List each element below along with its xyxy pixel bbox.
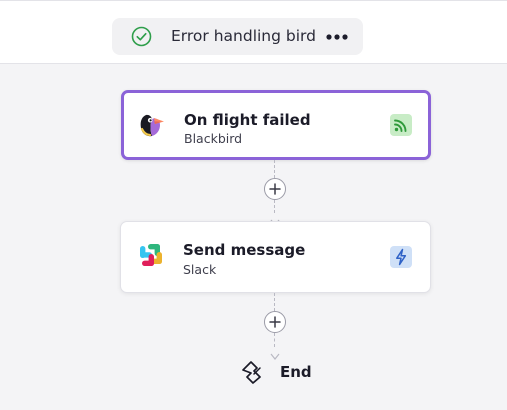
arrow-down-icon — [270, 212, 280, 226]
lightning-icon — [390, 246, 412, 268]
connector-line — [274, 333, 276, 347]
plus-icon — [269, 316, 281, 328]
end-flag-icon — [240, 359, 266, 385]
connector-line — [274, 160, 276, 178]
add-step-button[interactable] — [264, 311, 286, 333]
step-title: On flight failed — [184, 111, 311, 129]
flow-name-pill[interactable]: Error handling bird — [112, 18, 363, 55]
end-node: End — [240, 359, 320, 385]
more-horizontal-icon[interactable] — [325, 27, 349, 47]
flow-name: Error handling bird — [171, 27, 316, 45]
step-app-name: Blackbird — [184, 131, 243, 146]
top-bar: Error handling bird — [0, 0, 507, 64]
step-app-name: Slack — [183, 262, 217, 277]
arrow-down-icon — [270, 346, 280, 360]
check-circle-icon — [131, 26, 152, 47]
connector-line — [274, 293, 276, 311]
end-label: End — [280, 363, 312, 381]
trigger-step-card[interactable]: On flight failed Blackbird — [121, 90, 431, 160]
blackbird-logo-icon — [137, 109, 167, 139]
plus-icon — [269, 183, 281, 195]
action-step-card[interactable]: Send message Slack — [120, 221, 431, 293]
event-feed-icon — [390, 114, 412, 136]
step-title: Send message — [183, 241, 306, 259]
add-step-button[interactable] — [264, 178, 286, 200]
slack-logo-icon — [136, 240, 166, 270]
